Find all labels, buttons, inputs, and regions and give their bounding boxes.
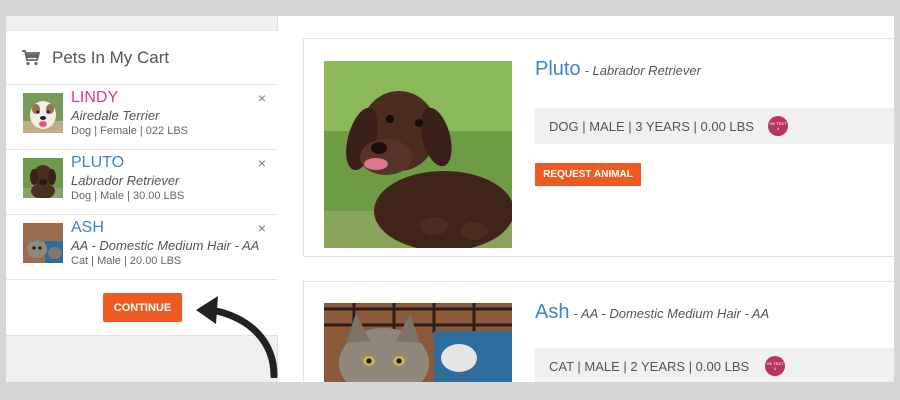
remove-icon[interactable]: × xyxy=(258,155,266,171)
screenshot-frame: Pets In My Cart LINDY Airedale Terrier D… xyxy=(0,0,900,400)
pet-stats: DOG | MALE | 3 YEARS | 0.00 LBS xyxy=(549,118,754,134)
remove-icon[interactable]: × xyxy=(258,90,266,106)
shelter-badge-icon: HK TEST 4 xyxy=(765,356,785,376)
cart-item-breed: Labrador Retriever xyxy=(71,173,180,188)
pet-listing-card: Pluto - Labrador Retriever DOG | MALE | 3… xyxy=(303,38,894,257)
pointer-arrow-icon xyxy=(196,296,278,378)
pet-name-link[interactable]: Pluto - Labrador Retriever xyxy=(535,58,701,81)
pet-thumbnail[interactable] xyxy=(23,93,63,133)
cart-item-name[interactable]: LINDY xyxy=(71,88,188,107)
request-animal-button[interactable]: REQUEST ANIMAL xyxy=(535,163,641,186)
cart-item-meta: Dog | Female | 022 LBS xyxy=(71,125,188,137)
shelter-badge-icon: HK TEST 4 xyxy=(768,116,788,136)
pet-thumbnail[interactable] xyxy=(23,223,63,263)
pet-name-link[interactable]: Ash - AA - Domestic Medium Hair - AA xyxy=(535,301,769,324)
cart-item-meta: Cat | Male | 20.00 LBS xyxy=(71,255,182,267)
pet-stats: CAT | MALE | 2 YEARS | 0.00 LBS xyxy=(549,358,750,374)
cart-title: Pets In My Cart xyxy=(52,47,170,67)
cart-item-pluto[interactable]: PLUTO Labrador Retriever Dog | Male | 30… xyxy=(6,150,278,215)
pet-thumbnail[interactable] xyxy=(23,158,63,198)
pet-listing-card: Ash - AA - Domestic Medium Hair - AA CAT … xyxy=(303,281,894,382)
cart-item-breed: AA - Domestic Medium Hair - AA xyxy=(71,238,260,253)
pet-photo[interactable] xyxy=(324,303,512,382)
shopping-cart-icon xyxy=(22,49,40,65)
cart-header: Pets In My Cart xyxy=(6,31,278,85)
pet-breed: - AA - Domestic Medium Hair - AA xyxy=(573,306,770,321)
pet-stats-bar: CAT | MALE | 2 YEARS | 0.00 LBS HK TEST … xyxy=(535,348,894,382)
cart-item-name[interactable]: PLUTO xyxy=(71,153,184,172)
pet-breed: - Labrador Retriever xyxy=(584,63,701,78)
cart-item-breed: Airedale Terrier xyxy=(71,108,160,123)
cart-item-meta: Dog | Male | 30.00 LBS xyxy=(71,190,185,202)
cart-item-lindy[interactable]: LINDY Airedale Terrier Dog | Female | 02… xyxy=(6,85,278,150)
pet-photo[interactable] xyxy=(324,61,512,248)
remove-icon[interactable]: × xyxy=(258,220,266,236)
continue-button[interactable]: CONTINUE xyxy=(103,293,182,322)
cart-item-name[interactable]: ASH xyxy=(71,218,259,237)
pet-stats-bar: DOG | MALE | 3 YEARS | 0.00 LBS HK TEST … xyxy=(535,108,894,144)
cart-item-ash[interactable]: ASH AA - Domestic Medium Hair - AA Cat |… xyxy=(6,215,278,280)
